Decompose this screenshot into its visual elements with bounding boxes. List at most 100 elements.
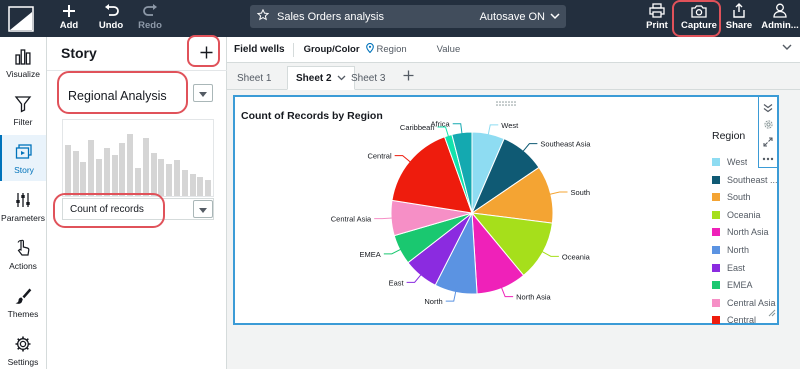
- undo-button[interactable]: Undo: [97, 2, 125, 35]
- thumbnail-bar: [111, 155, 118, 196]
- more-options-icon[interactable]: [759, 150, 777, 167]
- gear-icon: [14, 334, 32, 354]
- thumbnail-bar: [166, 164, 173, 196]
- legend-label: Oceania: [727, 209, 761, 220]
- chevron-down-icon: [550, 11, 560, 23]
- legend-label: Central: [727, 315, 757, 326]
- legend-label: South: [727, 192, 751, 203]
- brush-icon: [14, 286, 32, 306]
- slice-label: North: [424, 297, 442, 306]
- legend-item[interactable]: South: [712, 191, 751, 203]
- thumbnail-bar: [158, 159, 165, 196]
- nav-settings[interactable]: Settings: [0, 327, 46, 373]
- thumbnail-bar: [96, 159, 102, 196]
- thumbnail-bar: [142, 138, 149, 196]
- add-button[interactable]: Add: [56, 2, 82, 35]
- scene-visual-menu-button[interactable]: [193, 200, 213, 218]
- pie-chart-visual[interactable]: Count of Records by Region West Southeast…: [233, 95, 779, 325]
- legend-item[interactable]: EMEA: [712, 279, 753, 291]
- nav-themes-label: Themes: [7, 308, 39, 319]
- gear-icon[interactable]: [759, 116, 777, 133]
- chevron-down-icon[interactable]: [782, 43, 792, 54]
- add-scene-button[interactable]: [193, 41, 219, 65]
- collapse-chevrons-icon[interactable]: [759, 99, 777, 116]
- thumbnail-bar: [197, 177, 204, 196]
- thumbnail-bar: [174, 160, 180, 196]
- nav-settings-label: Settings: [7, 356, 39, 367]
- visual-toolbar: [758, 96, 778, 168]
- group-color-label: Group/Color: [303, 44, 360, 55]
- nav-filter[interactable]: Filter: [0, 87, 46, 133]
- funnel-icon: [14, 94, 32, 114]
- legend-item[interactable]: Central: [712, 314, 756, 326]
- slice-label: South: [571, 188, 591, 197]
- legend-swatch: [712, 246, 720, 254]
- star-icon[interactable]: [256, 8, 270, 24]
- value-well[interactable]: Value: [437, 44, 461, 55]
- capture-label: Capture: [681, 20, 717, 31]
- scene-name[interactable]: Regional Analysis: [61, 84, 187, 108]
- redo-button[interactable]: Redo: [137, 2, 163, 35]
- legend-item[interactable]: Oceania: [712, 209, 761, 221]
- autosave-label: Autosave ON: [479, 10, 545, 23]
- legend-item[interactable]: North: [712, 244, 749, 256]
- nav-story[interactable]: Story: [0, 135, 46, 181]
- nav-actions-label: Actions: [9, 260, 37, 271]
- legend-label: East: [727, 262, 746, 273]
- field-wells-label[interactable]: Field wells: [234, 44, 285, 55]
- thumbnail-bar: [103, 148, 110, 196]
- camera-icon: [691, 2, 707, 19]
- caret-down-icon: [199, 200, 207, 218]
- left-nav-rail: Visualize Filter Story Parameters Action…: [0, 37, 47, 369]
- story-icon: [15, 142, 33, 162]
- thumbnail-bar: [80, 162, 87, 196]
- scene-thumbnail[interactable]: [62, 119, 214, 197]
- nav-themes[interactable]: Themes: [0, 279, 46, 325]
- thumbnail-bar: [88, 140, 95, 196]
- tab-sheet-3[interactable]: Sheet 3: [343, 66, 393, 90]
- print-label: Print: [646, 20, 668, 31]
- admin-menu[interactable]: Admin...: [760, 2, 800, 35]
- group-color-well[interactable]: Region: [365, 43, 407, 56]
- slice-label: West: [501, 121, 519, 130]
- nav-parameters[interactable]: Parameters: [0, 183, 46, 229]
- legend-item[interactable]: West: [712, 156, 747, 168]
- share-button[interactable]: Share: [726, 2, 752, 35]
- quicksight-logo-icon[interactable]: [8, 6, 34, 32]
- legend-item[interactable]: North Asia: [712, 226, 769, 238]
- add-sheet-button[interactable]: [403, 68, 414, 85]
- nav-filter-label: Filter: [13, 116, 33, 127]
- autosave-toggle[interactable]: Autosave ON: [480, 11, 560, 23]
- pointer-icon: [14, 238, 32, 258]
- undo-label: Undo: [98, 20, 124, 31]
- legend-swatch: [712, 298, 720, 307]
- slice-label: Central Asia: [331, 215, 372, 224]
- analysis-title-bar[interactable]: Sales Orders analysis Autosave ON: [250, 5, 566, 28]
- nav-visualize[interactable]: Visualize: [0, 39, 46, 85]
- legend-item[interactable]: Southeast ...: [712, 174, 778, 186]
- nav-actions[interactable]: Actions: [0, 231, 46, 277]
- add-label: Add: [59, 20, 79, 31]
- legend-swatch: [712, 175, 720, 184]
- legend-item[interactable]: East: [712, 262, 745, 274]
- pie-chart: West Southeast Asia South Oceania North Asia…: [331, 120, 591, 306]
- sliders-icon: [14, 190, 32, 210]
- resize-handle-icon[interactable]: [768, 304, 776, 322]
- analysis-title[interactable]: Sales Orders analysis: [277, 11, 480, 23]
- bar-chart-icon: [14, 46, 32, 66]
- thumbnail-bar: [189, 174, 196, 196]
- group-color-value: Region: [376, 44, 407, 55]
- tab-sheet-1[interactable]: Sheet 1: [229, 66, 279, 90]
- print-button[interactable]: Print: [643, 2, 671, 35]
- tab-sheet-2-label: Sheet 2: [296, 72, 332, 84]
- scene-visual-label[interactable]: Count of records: [62, 198, 214, 220]
- capture-button[interactable]: Capture: [680, 2, 718, 35]
- legend-item[interactable]: Central Asia: [712, 297, 776, 309]
- redo-label: Redo: [138, 20, 162, 31]
- slice-label: Africa: [431, 120, 451, 129]
- expand-icon[interactable]: [759, 133, 777, 150]
- slice-label: Oceania: [562, 252, 591, 261]
- story-panel-title: Story: [61, 45, 97, 61]
- scene-menu-button[interactable]: [193, 84, 213, 102]
- sheet-tabs: Sheet 1 Sheet 2 Sheet 3: [227, 63, 800, 90]
